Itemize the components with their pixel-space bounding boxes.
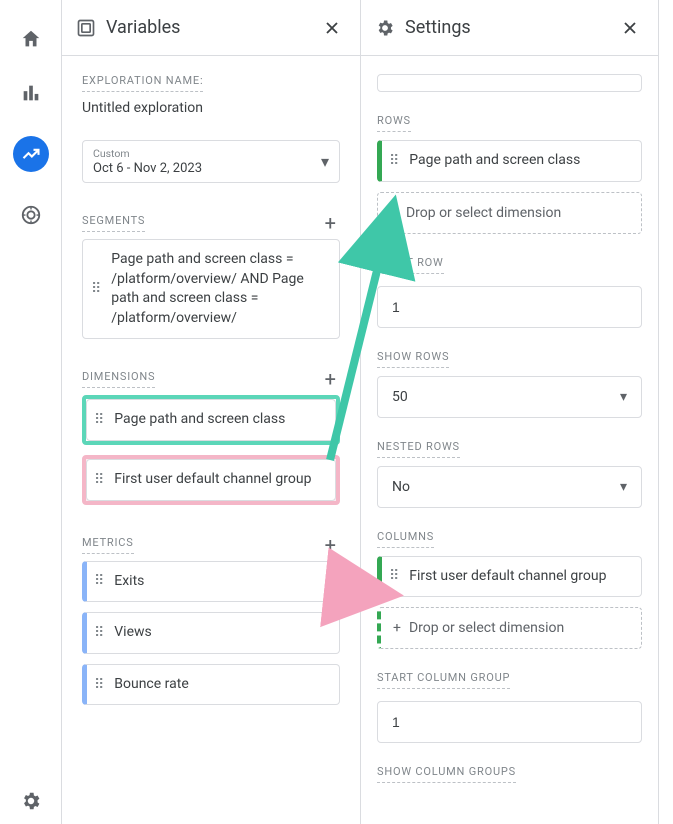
metric-chip[interactable]: ⠿ Views xyxy=(82,612,340,654)
rows-label: ROWS xyxy=(377,114,411,132)
collapsed-section[interactable] xyxy=(377,74,642,92)
nested-rows-select[interactable]: No ▾ xyxy=(377,466,642,508)
date-range-picker[interactable]: Custom Oct 6 - Nov 2, 2023 ▾ xyxy=(82,140,340,183)
dimension-text: Page path and screen class xyxy=(114,410,285,430)
highlight-dimension-1: ⠿ Page path and screen class xyxy=(82,395,340,445)
columns-drop-slot[interactable]: + Drop or select dimension xyxy=(377,607,642,649)
nested-rows-label: NESTED ROWS xyxy=(377,440,460,458)
close-variables-button[interactable] xyxy=(318,14,346,42)
date-custom-label: Custom xyxy=(93,147,202,160)
gear-icon xyxy=(375,18,395,38)
settings-panel: Settings ROWS ⠿ Page path and screen cla… xyxy=(361,0,659,824)
variables-header: Variables xyxy=(62,0,360,56)
metrics-label: METRICS xyxy=(82,536,134,554)
row-dimension-text: Page path and screen class xyxy=(409,151,580,171)
show-rows-value: 50 xyxy=(392,389,408,405)
variables-body: EXPLORATION NAME: Untitled exploration C… xyxy=(62,56,360,824)
start-column-group-input[interactable] xyxy=(377,701,642,743)
drag-handle-icon: ⠿ xyxy=(94,625,104,641)
segment-chip[interactable]: ⠿ Page path and screen class = /platform… xyxy=(82,239,340,339)
show-rows-select[interactable]: 50 ▾ xyxy=(377,376,642,418)
segment-text: Page path and screen class = /platform/o… xyxy=(111,250,327,328)
drag-handle-icon: ⠿ xyxy=(389,153,399,169)
add-dimension-button[interactable]: + xyxy=(321,363,340,395)
drop-slot-label: Drop or select dimension xyxy=(406,205,561,221)
metric-text: Views xyxy=(114,623,152,643)
caret-down-icon: ▾ xyxy=(321,152,329,171)
metric-text: Exits xyxy=(114,572,144,592)
nested-rows-value: No xyxy=(392,479,410,495)
dimension-chip[interactable]: ⠿ First user default channel group xyxy=(86,459,336,501)
dimension-text: First user default channel group xyxy=(114,470,311,490)
segments-label: SEGMENTS xyxy=(82,214,145,232)
exploration-name-input[interactable]: Untitled exploration xyxy=(82,100,340,116)
settings-body: ROWS ⠿ Page path and screen class + Drop… xyxy=(361,56,658,824)
caret-down-icon: ▾ xyxy=(620,479,627,495)
left-icon-rail xyxy=(0,0,62,824)
drag-handle-icon: ⠿ xyxy=(94,472,104,488)
date-range-value: Oct 6 - Nov 2, 2023 xyxy=(93,161,202,176)
column-dimension-text: First user default channel group xyxy=(409,567,606,587)
variables-title: Variables xyxy=(106,17,308,38)
caret-down-icon: ▾ xyxy=(620,389,627,405)
variables-icon xyxy=(76,18,96,38)
target-icon[interactable] xyxy=(20,204,42,226)
settings-title: Settings xyxy=(405,17,606,38)
start-row-label: START ROW xyxy=(377,256,444,274)
plus-icon: + xyxy=(390,205,398,221)
explore-icon[interactable] xyxy=(13,136,49,172)
start-row-input[interactable] xyxy=(377,286,642,328)
drop-slot-label: Drop or select dimension xyxy=(409,620,564,636)
start-column-group-label: START COLUMN GROUP xyxy=(377,671,510,689)
plus-icon: + xyxy=(393,620,401,636)
dimension-chip[interactable]: ⠿ Page path and screen class xyxy=(86,399,336,441)
drag-handle-icon: ⠿ xyxy=(94,677,104,693)
home-icon[interactable] xyxy=(20,28,42,50)
close-settings-button[interactable] xyxy=(616,14,644,42)
settings-header: Settings xyxy=(361,0,658,56)
column-dimension-chip[interactable]: ⠿ First user default channel group xyxy=(377,556,642,598)
settings-icon[interactable] xyxy=(20,790,42,812)
drag-handle-icon: ⠿ xyxy=(389,568,399,584)
row-dimension-chip[interactable]: ⠿ Page path and screen class xyxy=(377,140,642,182)
drag-handle-icon: ⠿ xyxy=(91,281,101,297)
drag-handle-icon: ⠿ xyxy=(94,412,104,428)
metric-text: Bounce rate xyxy=(114,675,188,695)
highlight-dimension-2: ⠿ First user default channel group xyxy=(82,455,340,505)
dimensions-label: DIMENSIONS xyxy=(82,370,155,388)
show-rows-label: SHOW ROWS xyxy=(377,350,449,368)
rows-drop-slot[interactable]: + Drop or select dimension xyxy=(377,192,642,234)
add-segment-button[interactable]: + xyxy=(321,207,340,239)
columns-label: COLUMNS xyxy=(377,530,434,548)
metric-chip[interactable]: ⠿ Bounce rate xyxy=(82,664,340,706)
metric-chip[interactable]: ⠿ Exits xyxy=(82,561,340,603)
add-metric-button[interactable]: + xyxy=(321,529,340,561)
show-column-groups-label: SHOW COLUMN GROUPS xyxy=(377,765,516,783)
variables-panel: Variables EXPLORATION NAME: Untitled exp… xyxy=(62,0,361,824)
bar-chart-icon[interactable] xyxy=(20,82,42,104)
exploration-name-label: EXPLORATION NAME: xyxy=(82,74,203,92)
drag-handle-icon: ⠿ xyxy=(94,573,104,589)
